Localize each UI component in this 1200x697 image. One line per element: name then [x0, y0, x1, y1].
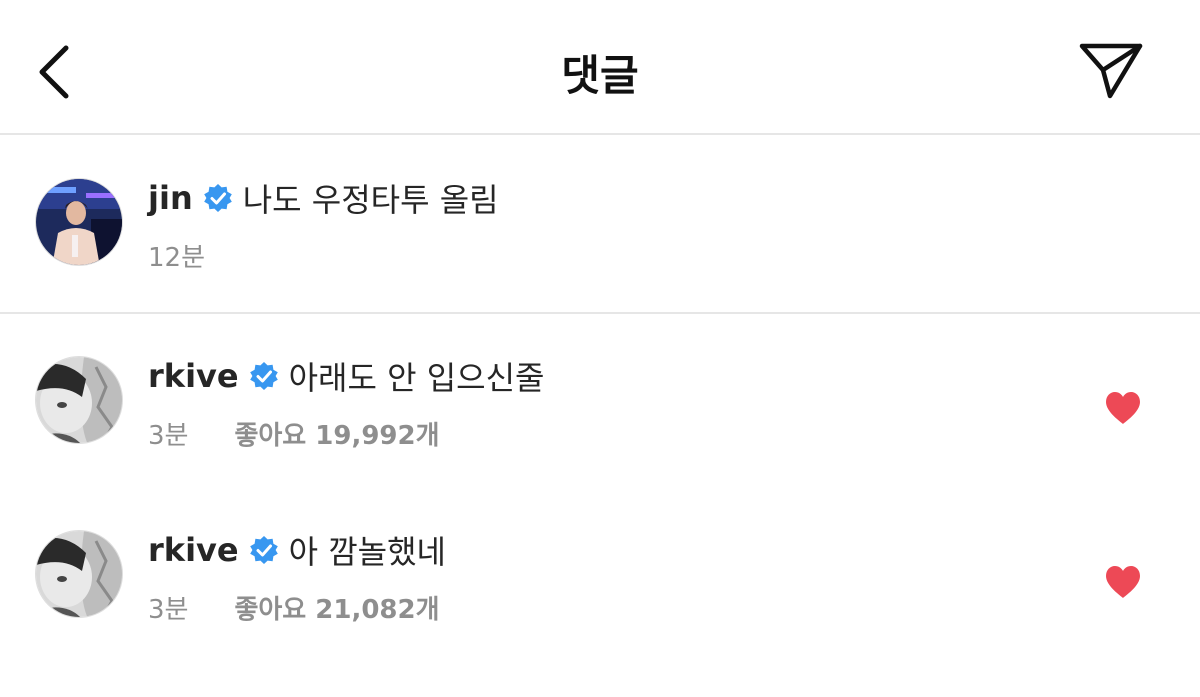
share-button[interactable] — [1076, 40, 1146, 104]
comment-item: jin 나도 우정타투 올림 12분 — [0, 160, 1200, 310]
like-count[interactable]: 좋아요 21,082개 — [234, 589, 439, 626]
avatar-photo — [36, 531, 122, 617]
comment-text: 아래도 안 입으신줄 — [288, 359, 545, 397]
header: 댓글 — [0, 0, 1200, 134]
comment-line: jin 나도 우정타투 올림 — [148, 176, 499, 220]
comment-line: rkive 아 깜놀했네 — [148, 528, 446, 572]
comment-item: rkive 아래도 안 입으신줄 3분 좋아요 19,992개 — [0, 338, 1200, 488]
comment-time: 12분 — [148, 242, 206, 273]
paper-plane-icon — [1079, 43, 1143, 99]
comment-meta: 3분 좋아요 19,992개 — [148, 415, 440, 451]
verified-badge-icon — [203, 184, 232, 212]
comment-item: rkive 아 깜놀했네 3분 좋아요 21,082개 — [0, 512, 1200, 662]
heart-icon[interactable] — [1104, 565, 1142, 599]
username[interactable]: rkive — [148, 531, 239, 569]
avatar[interactable] — [35, 178, 123, 266]
comment-time: 3분 — [148, 420, 189, 451]
comment-text: 아 깜놀했네 — [288, 533, 446, 571]
comment-line: rkive 아래도 안 입으신줄 — [148, 354, 544, 398]
comment-text: 나도 우정타투 올림 — [242, 181, 499, 219]
avatar[interactable] — [35, 530, 123, 618]
comment-meta: 3분 좋아요 21,082개 — [148, 589, 440, 625]
avatar-photo — [36, 357, 122, 443]
comment-time: 3분 — [148, 594, 189, 625]
avatar[interactable] — [35, 356, 123, 444]
page-title: 댓글 — [561, 51, 639, 100]
username[interactable]: jin — [148, 179, 193, 217]
heart-icon[interactable] — [1104, 391, 1142, 425]
avatar-photo — [36, 179, 122, 265]
verified-badge-icon — [249, 362, 278, 390]
header-divider — [0, 133, 1200, 135]
comment-meta: 12분 — [148, 237, 205, 273]
username[interactable]: rkive — [148, 357, 239, 395]
like-count[interactable]: 좋아요 19,992개 — [234, 415, 439, 452]
verified-badge-icon — [249, 536, 278, 564]
comments-divider — [0, 312, 1200, 314]
